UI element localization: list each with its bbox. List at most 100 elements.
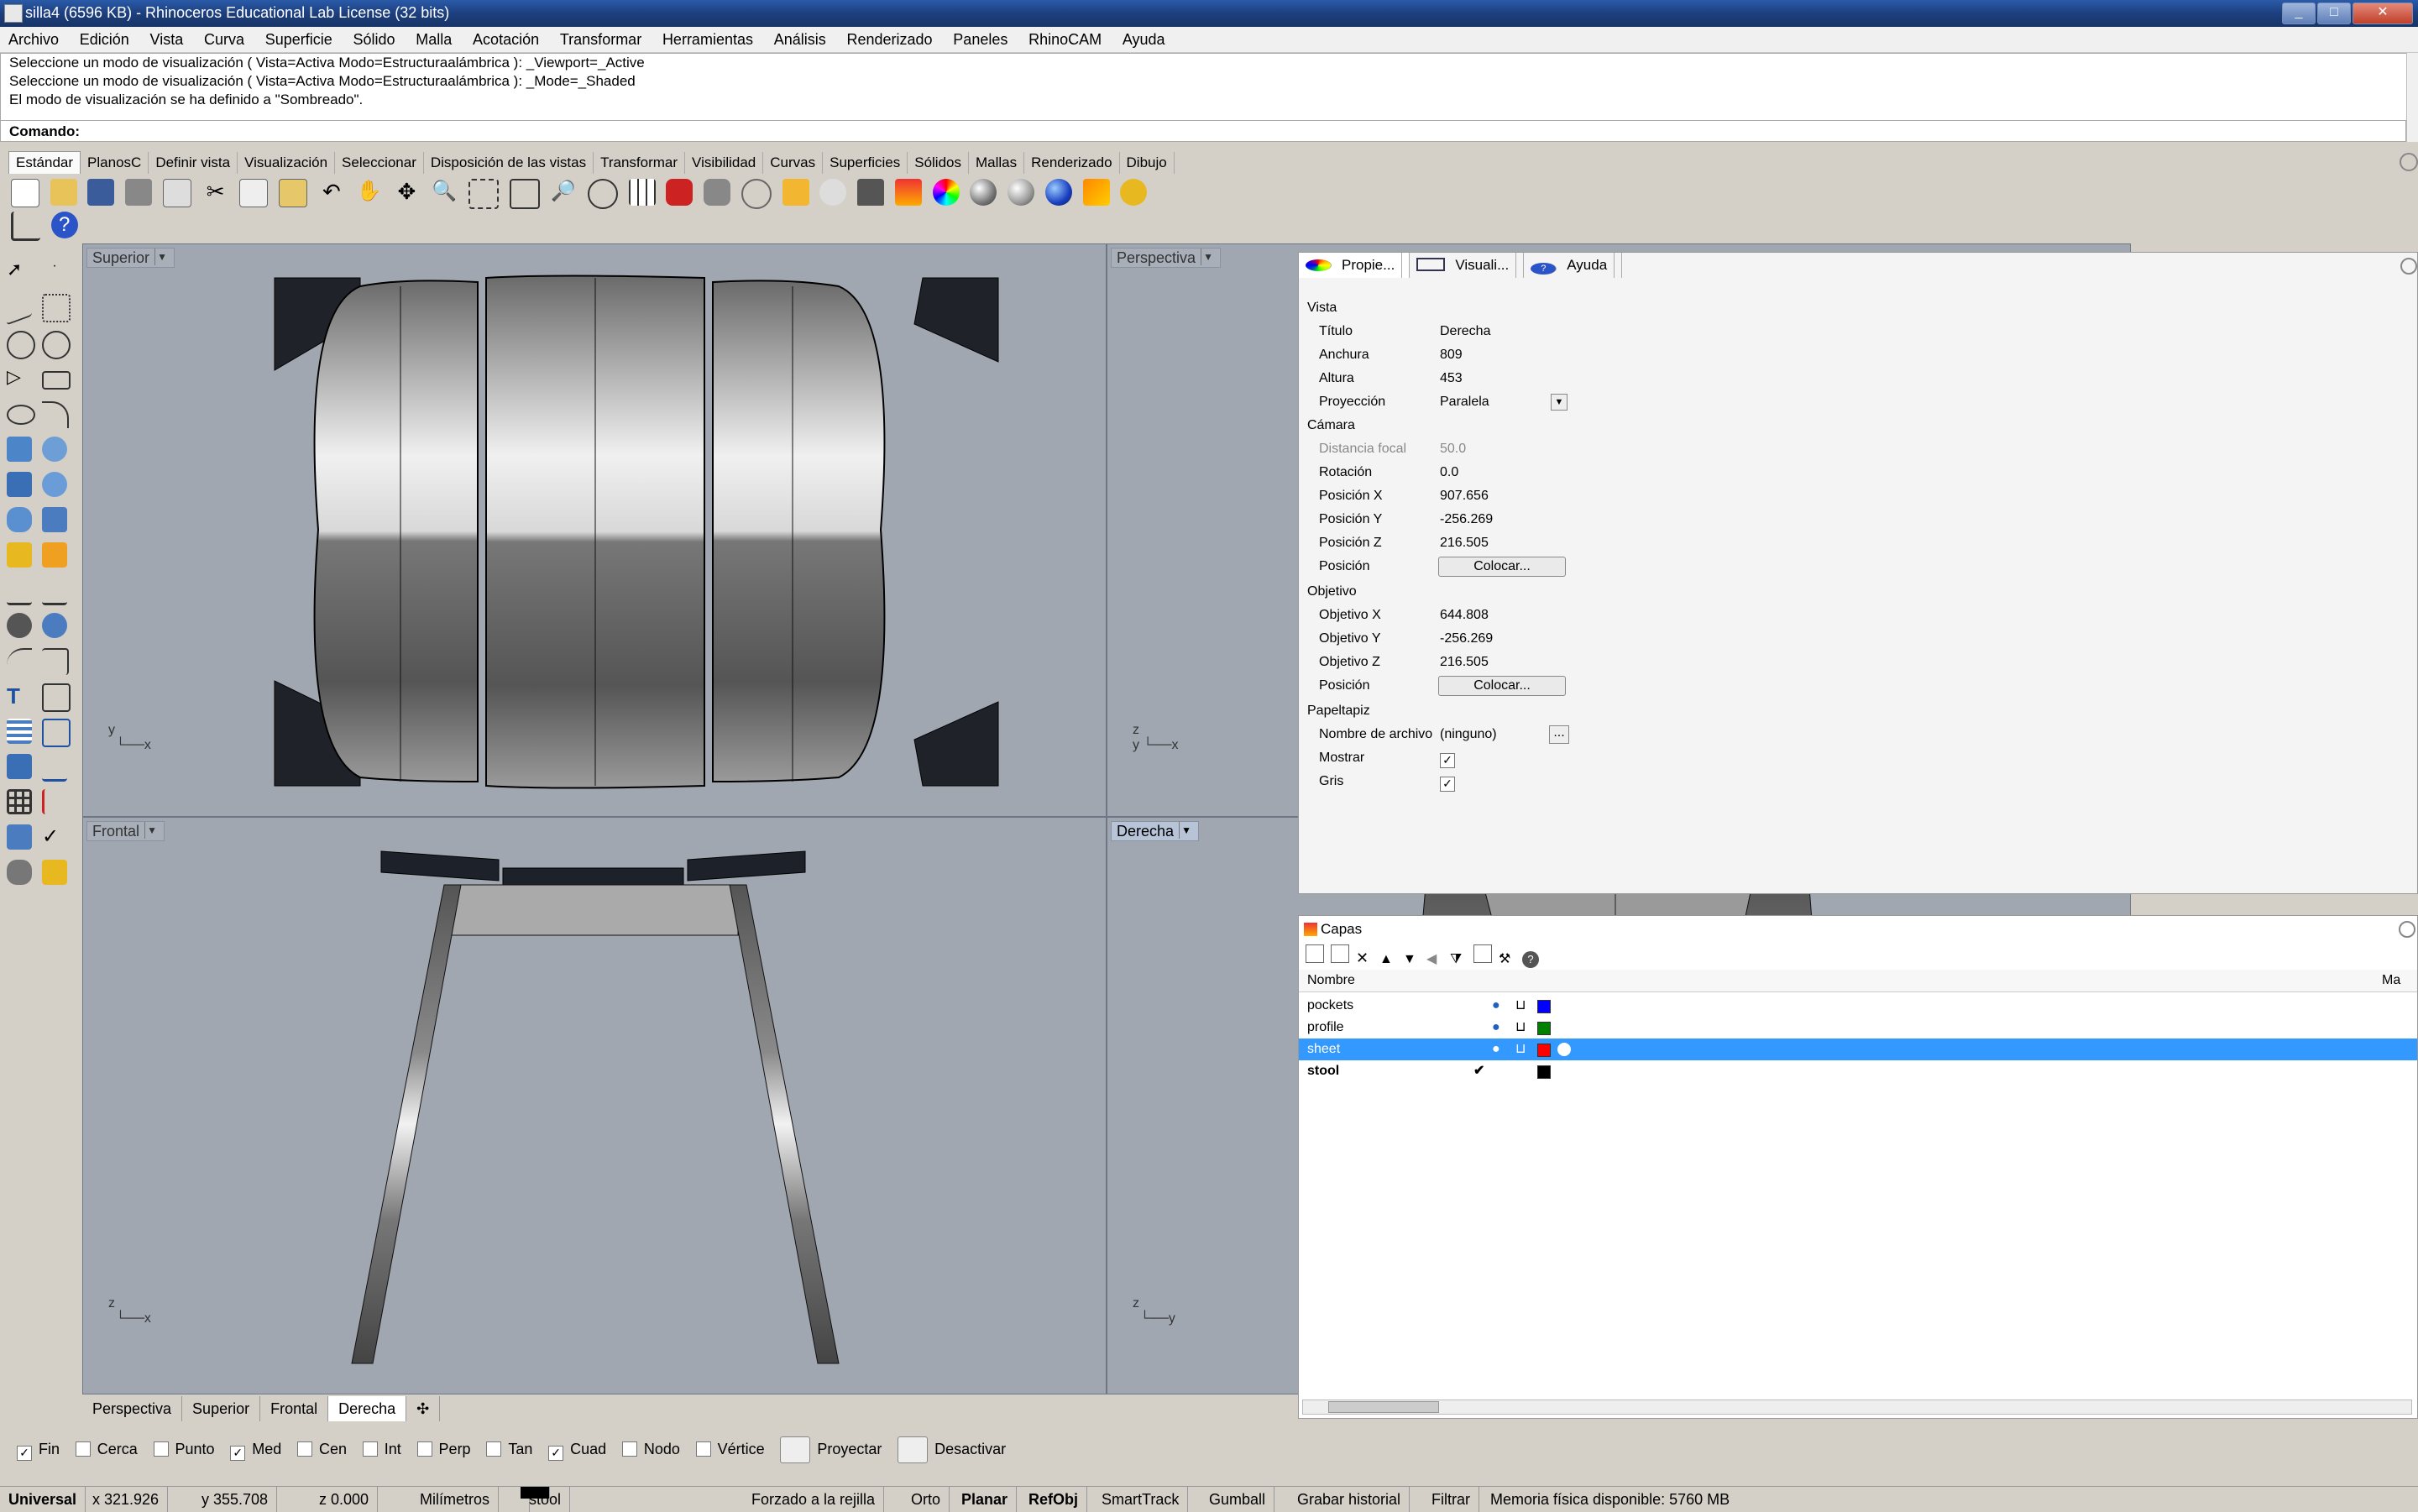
show-checkbox[interactable]: ✓ xyxy=(1440,746,1462,770)
disable-toggle[interactable]: Desactivar xyxy=(898,1436,1006,1464)
layer-row-pockets[interactable]: pockets ● ⊔ xyxy=(1299,995,2417,1017)
trim-icon[interactable] xyxy=(42,542,67,568)
osnap-cerca[interactable]: Cerca xyxy=(75,1436,138,1462)
prop-value[interactable]: -256.269 xyxy=(1440,508,1493,531)
unlock-icon[interactable]: ⊔ xyxy=(1515,1017,1526,1039)
export-icon[interactable] xyxy=(162,179,191,207)
light-bulb-icon[interactable]: ● xyxy=(1492,1017,1500,1039)
select-car-icon[interactable] xyxy=(666,179,693,206)
zoom-selected-icon[interactable]: 🔎 xyxy=(550,179,577,206)
osnap-int[interactable]: Int xyxy=(362,1436,401,1462)
layers-scrollbar[interactable] xyxy=(1302,1400,2412,1415)
new-layer-icon[interactable] xyxy=(1306,944,1324,963)
rendered-sphere-icon[interactable] xyxy=(1008,179,1035,206)
move-out-icon[interactable]: ◀ xyxy=(1426,950,1443,967)
viewport-label-perspectiva[interactable]: Perspectiva ▼ xyxy=(1111,248,1222,268)
osnap-cuad[interactable]: ✓ Cuad xyxy=(548,1436,606,1462)
gray-checkbox[interactable]: ✓ xyxy=(1440,770,1462,793)
boolean-icon[interactable] xyxy=(42,472,67,497)
history-icon[interactable] xyxy=(42,789,70,814)
prop-value[interactable]: -256.269 xyxy=(1440,627,1493,651)
tab-transformar[interactable]: Transformar xyxy=(594,152,686,174)
status-history[interactable]: Grabar historial xyxy=(1289,1487,1410,1512)
wrench-icon[interactable]: ⚒ xyxy=(1499,950,1515,967)
tab-superior[interactable]: Superior xyxy=(182,1396,261,1421)
hide-objects-icon[interactable] xyxy=(704,179,731,206)
menu-acotacion[interactable]: Acotación xyxy=(464,27,547,52)
mirror-icon[interactable] xyxy=(42,719,71,747)
rhino-app-icon[interactable] xyxy=(4,4,23,23)
layer-color-swatch[interactable] xyxy=(1537,1065,1551,1079)
checkbox-icon[interactable] xyxy=(75,1441,91,1457)
checkbox-icon[interactable] xyxy=(486,1441,502,1457)
add-viewport-icon[interactable]: ✣ xyxy=(406,1396,441,1421)
undo-icon[interactable]: ↶ xyxy=(318,179,345,206)
column-name[interactable]: Nombre xyxy=(1307,970,1355,991)
gear-icon[interactable] xyxy=(2399,921,2415,938)
render-tool-icon[interactable] xyxy=(7,860,32,885)
text-icon[interactable]: T xyxy=(7,683,32,709)
toggle-button[interactable] xyxy=(780,1436,811,1464)
layer-color-swatch[interactable] xyxy=(1537,1044,1551,1057)
cplane-icon[interactable] xyxy=(741,179,772,209)
tab-properties[interactable]: Propie... xyxy=(1299,253,1410,278)
chevron-down-icon[interactable]: ▼ xyxy=(1551,394,1568,411)
status-grid-snap[interactable]: Forzado a la rejilla xyxy=(743,1487,885,1512)
solid-tools-icon[interactable] xyxy=(7,754,32,779)
prop-value[interactable]: 907.656 xyxy=(1440,484,1489,508)
tab-derecha[interactable]: Derecha xyxy=(328,1396,407,1421)
tab-mallas[interactable]: Mallas xyxy=(969,152,1025,174)
tab-help[interactable]: ? Ayuda xyxy=(1524,253,1623,278)
four-views-icon[interactable] xyxy=(628,179,656,206)
camera-place-button[interactable]: Colocar... xyxy=(1438,557,1566,577)
menu-ayuda[interactable]: Ayuda xyxy=(1114,27,1174,52)
chevron-down-icon[interactable]: ▼ xyxy=(1201,249,1215,265)
layer-icon[interactable] xyxy=(894,179,922,206)
grid-icon[interactable] xyxy=(7,789,32,814)
open-folder-icon[interactable] xyxy=(50,179,77,206)
status-planar[interactable]: Planar xyxy=(953,1487,1018,1512)
paste-icon[interactable] xyxy=(279,179,308,207)
osnap-cen[interactable]: Cen xyxy=(297,1436,347,1462)
chevron-down-icon[interactable]: ▼ xyxy=(144,822,159,839)
checkbox-icon[interactable] xyxy=(695,1441,711,1457)
chevron-down-icon[interactable]: ▼ xyxy=(1179,822,1193,839)
osnap-perp[interactable]: Perp xyxy=(416,1436,471,1462)
scrollbar-thumb[interactable] xyxy=(1328,1401,1439,1413)
zoom-window-icon[interactable] xyxy=(468,179,499,209)
move-up-icon[interactable]: ▲ xyxy=(1379,952,1396,969)
tab-perspectiva[interactable]: Perspectiva xyxy=(82,1396,183,1421)
checkbox-icon[interactable] xyxy=(153,1441,169,1457)
split-icon[interactable] xyxy=(7,578,32,605)
chevron-down-icon[interactable]: ▼ xyxy=(154,249,169,265)
group-icon[interactable] xyxy=(7,613,32,638)
layer-row-profile[interactable]: profile ● ⊔ xyxy=(1299,1017,2417,1039)
move-down-icon[interactable]: ▼ xyxy=(1403,952,1420,969)
checkbox-icon[interactable] xyxy=(297,1441,313,1457)
checkbox-icon[interactable]: ✓ xyxy=(17,1446,32,1461)
menu-superficie[interactable]: Superficie xyxy=(257,27,341,52)
minimize-button[interactable]: _ xyxy=(2282,3,2316,24)
tab-dibujo[interactable]: Dibujo xyxy=(1120,152,1175,174)
check-icon[interactable]: ✓ xyxy=(42,824,67,850)
menu-vista[interactable]: Vista xyxy=(142,27,192,52)
status-layer[interactable]: stool xyxy=(512,1487,571,1512)
tab-estandar[interactable]: Estándar xyxy=(8,151,81,174)
delete-layer-icon[interactable]: ✕ xyxy=(1356,950,1373,966)
ellipse-tool-icon[interactable] xyxy=(7,405,35,425)
layer-color-swatch[interactable] xyxy=(1537,1000,1551,1013)
prop-value[interactable]: 216.505 xyxy=(1440,651,1489,674)
tab-disposicion[interactable]: Disposición de las vistas xyxy=(424,152,594,174)
osnap-punto[interactable]: Punto xyxy=(153,1436,215,1462)
menu-edicion[interactable]: Edición xyxy=(71,27,138,52)
color-wheel-icon[interactable] xyxy=(932,179,960,206)
prop-value[interactable]: 644.808 xyxy=(1440,604,1489,627)
rectangle-icon[interactable] xyxy=(42,371,71,390)
mesh-icon[interactable] xyxy=(42,507,67,532)
ellipse-icon[interactable] xyxy=(42,331,71,359)
cut-icon[interactable]: ✂ xyxy=(202,179,229,206)
checkbox-icon[interactable] xyxy=(362,1441,378,1457)
menu-malla[interactable]: Malla xyxy=(407,27,460,52)
unlock-icon[interactable]: ⊔ xyxy=(1515,1039,1526,1060)
tab-visualizacion[interactable]: Visualización xyxy=(238,152,336,174)
